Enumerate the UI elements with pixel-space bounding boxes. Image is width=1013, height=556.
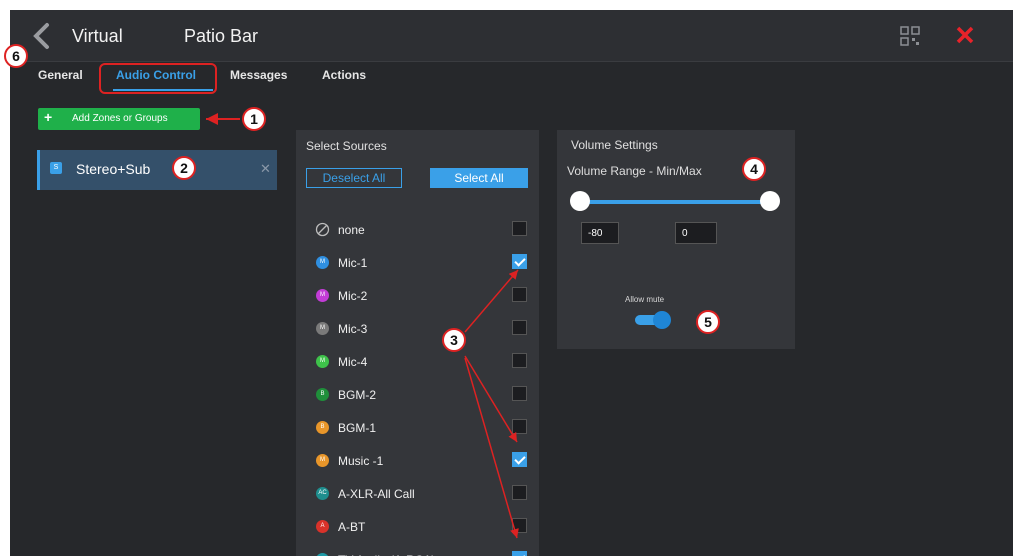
arrow-3c <box>464 357 519 539</box>
arrow-3b <box>464 355 518 443</box>
annotation-arrows <box>206 113 519 539</box>
callout-3: 3 <box>442 328 466 352</box>
callout-5: 5 <box>696 310 720 334</box>
arrow-3a <box>464 269 519 333</box>
callout-2: 2 <box>172 156 196 180</box>
callout-4: 4 <box>742 157 766 181</box>
callout-1: 1 <box>242 107 266 131</box>
callout-6: 6 <box>4 44 28 68</box>
app-window: Virtual Patio Bar General Audio Control … <box>10 10 1013 556</box>
